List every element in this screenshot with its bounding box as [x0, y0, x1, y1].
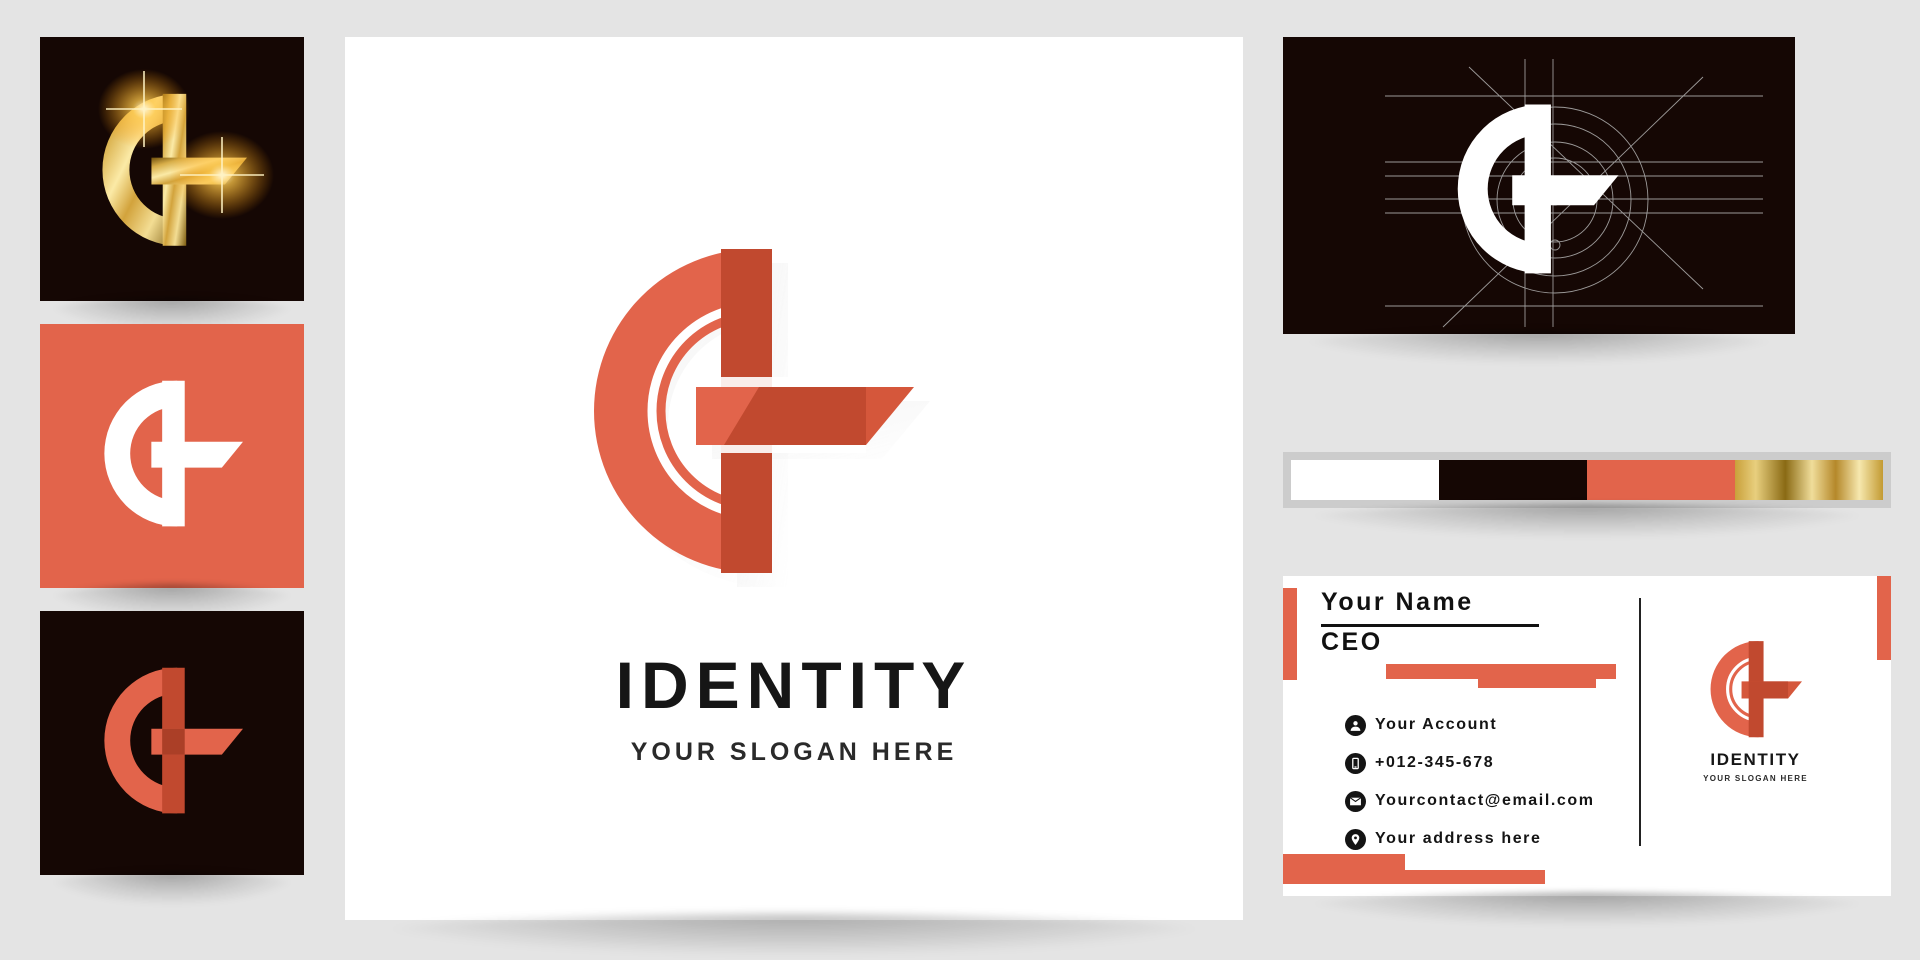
poster-canvas: IDENTITY YOUR SLOGAN HERE Your Name CEO … — [0, 0, 1920, 960]
thumbnail-gold-background — [40, 37, 304, 301]
thumbnail-shadow — [45, 871, 299, 905]
logo-construction-grid-icon — [1385, 59, 1763, 328]
business-card: Your Name CEO Your Account +012-345-678 — [1283, 576, 1891, 926]
location-icon — [1345, 828, 1366, 850]
business-card-name-rule — [1321, 624, 1539, 627]
main-logo-sheet: IDENTITY YOUR SLOGAN HERE — [345, 37, 1243, 954]
brand-title: IDENTITY — [615, 648, 973, 722]
main-logo-container — [345, 227, 1243, 607]
contact-address-text: Your address here — [1375, 830, 1542, 847]
business-card-accent-bottom-2 — [1283, 870, 1545, 884]
business-card-logo: IDENTITY YOUR SLOGAN HERE — [1668, 636, 1843, 796]
main-wordmark: IDENTITY YOUR SLOGAN HERE — [345, 652, 1243, 767]
business-card-name: Your Name — [1321, 588, 1474, 616]
logo-mark-gold-icon — [98, 69, 274, 246]
user-icon — [1345, 714, 1366, 736]
construction-grid-background — [1283, 37, 1795, 334]
business-card-accent-left — [1283, 588, 1297, 680]
contact-row-account: Your Account — [1345, 714, 1595, 736]
business-card-logo-slogan: YOUR SLOGAN HERE — [1703, 774, 1808, 783]
contact-row-phone: +012-345-678 — [1345, 752, 1595, 774]
contact-phone-text: +012-345-678 — [1375, 754, 1495, 771]
swatch-black[interactable] — [1439, 460, 1587, 500]
business-card-face: Your Name CEO Your Account +012-345-678 — [1283, 576, 1891, 896]
contact-row-address: Your address here — [1345, 828, 1595, 850]
swatch-white[interactable] — [1291, 460, 1439, 500]
logo-mark-mini-icon — [1710, 641, 1802, 738]
email-icon — [1345, 790, 1366, 812]
brand-slogan: YOUR SLOGAN HERE — [630, 738, 958, 766]
construction-card-shadow — [1293, 330, 1785, 364]
swatch-orange[interactable] — [1587, 460, 1735, 500]
business-card-role: CEO — [1321, 628, 1383, 656]
sheet-shadow — [371, 914, 1217, 954]
color-palette-swatches — [1291, 460, 1883, 500]
business-card-contacts: Your Account +012-345-678 Yourcontact@em… — [1345, 714, 1595, 866]
palette-shadow — [1295, 504, 1879, 538]
business-card-accent-right — [1877, 576, 1891, 660]
thumbnail-orange-background — [40, 324, 304, 588]
swatch-gold[interactable] — [1735, 460, 1883, 500]
contact-account-text: Your Account — [1375, 716, 1498, 733]
business-card-shadow — [1295, 892, 1879, 926]
logo-mark-white-icon — [104, 380, 244, 527]
business-card-logo-title: IDENTITY — [1710, 750, 1801, 769]
contact-email-text: Yourcontact@email.com — [1375, 792, 1595, 809]
business-card-accent-bar-2 — [1478, 664, 1596, 688]
contact-row-email: Yourcontact@email.com — [1345, 790, 1595, 812]
logo-mark-primary-icon — [594, 249, 930, 587]
business-card-divider — [1639, 598, 1641, 846]
logo-mark-orange-icon — [104, 667, 244, 814]
thumbnail-black-background — [40, 611, 304, 875]
thumbnail-orange-on-black — [40, 611, 304, 905]
construction-grid-card — [1283, 37, 1795, 364]
color-palette-bar — [1283, 452, 1891, 538]
thumbnail-gold-on-black — [40, 37, 304, 331]
phone-icon — [1345, 752, 1366, 774]
thumbnail-white-on-orange — [40, 324, 304, 618]
